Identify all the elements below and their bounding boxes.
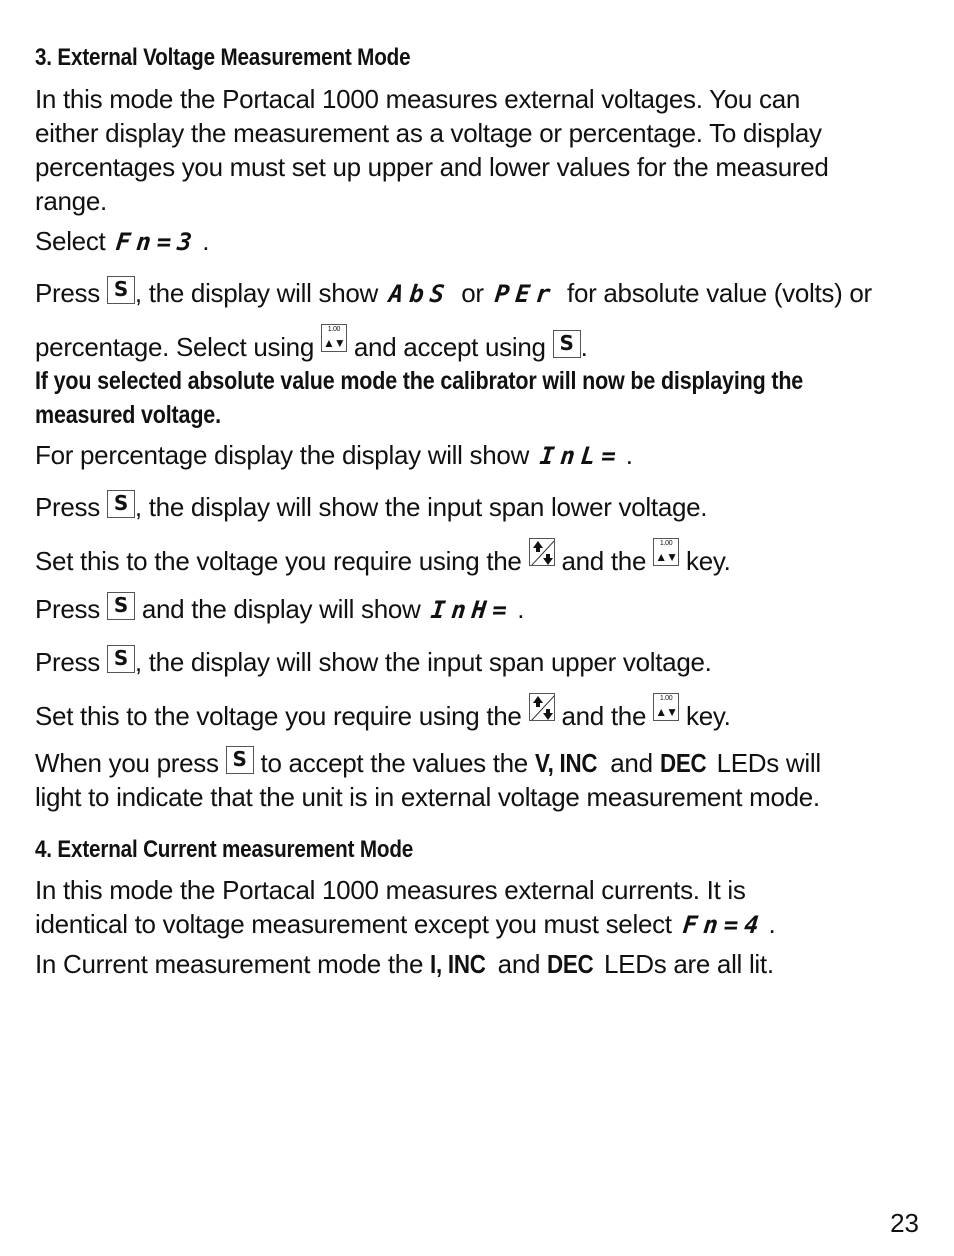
upper-span-text: , the display will show the input span u… (134, 647, 712, 677)
bold-note-line-1: If you selected absolute value mode the … (35, 367, 804, 395)
percentage-display-text: For percentage display the display will … (35, 440, 530, 470)
display-code-inh: InH= (429, 596, 515, 624)
range-key-label: 1.00 (659, 540, 673, 547)
accept-using-text: and accept using (353, 332, 546, 362)
led-dec: DEC (547, 949, 594, 979)
lower-span-text: , the display will show the input span l… (134, 492, 708, 522)
s-key-icon: S (106, 276, 135, 304)
bold-note-line-2: measured voltage. (35, 401, 221, 429)
light-indicate-line: light to indicate that the unit is in ex… (35, 782, 820, 812)
led-i-inc: I, INC (430, 949, 486, 979)
must-select-text: identical to voltage measurement except … (35, 909, 672, 939)
and-text: and (497, 949, 541, 979)
press-label: Press (35, 492, 100, 522)
when-press-line: When you press S to accept the values th… (35, 746, 821, 780)
press-label: Press (35, 647, 100, 677)
up-down-arrows-icon: ▲▼ (323, 336, 346, 350)
section-4-heading: 4. External Current measurement Mode (35, 836, 414, 863)
abs-tail-text: for absolute value (volts) or (567, 278, 872, 308)
led-v-inc: V, INC (534, 748, 598, 778)
key-text: key. (686, 546, 731, 576)
period: . (768, 909, 776, 939)
and-display-text: and the display will show (141, 594, 421, 624)
key-text: key. (686, 701, 731, 731)
section-4-line-3: In Current measurement mode the I, INC a… (35, 947, 774, 981)
section-4-line-1: In this mode the Portacal 1000 measures … (35, 875, 746, 905)
leds-will-text: LEDs will (716, 748, 822, 778)
set-lower-voltage-line: Set this to the voltage you require usin… (35, 538, 731, 578)
set-voltage-text: Set this to the voltage you require usin… (35, 546, 522, 576)
and-the-text: and the (561, 701, 647, 731)
s-key-icon: S (106, 645, 135, 673)
up-down-arrows-icon: ▲▼ (655, 705, 678, 719)
select-using-text: percentage. Select using (35, 332, 314, 362)
display-code-per: PEr (493, 280, 558, 308)
section-4-line-2: identical to voltage measurement except … (35, 907, 776, 942)
up-down-arrows-icon: ▲▼ (655, 550, 678, 564)
show-text: , the display will show (134, 278, 379, 308)
page-number: 23 (890, 1208, 919, 1238)
range-key-icon: 1.00 ▲▼ (320, 324, 347, 352)
press-upper-span-line: Press S, the display will show the input… (35, 645, 712, 679)
select-accept-line: percentage. Select using 1.00 ▲▼ and acc… (35, 324, 588, 364)
s-key-icon: S (552, 330, 581, 358)
press-inh-line: Press S and the display will show InH=. (35, 592, 524, 627)
s-key-icon: S (225, 746, 254, 774)
range-key-icon: 1.00 ▲▼ (653, 693, 680, 721)
or-text: or (461, 278, 484, 308)
display-code-abs: AbS (387, 280, 452, 308)
led-dec: DEC (659, 748, 707, 778)
period: . (202, 226, 210, 256)
range-key-label: 1.00 (327, 326, 341, 333)
period: . (580, 332, 588, 362)
press-label: Press (35, 278, 100, 308)
set-voltage-text: Set this to the voltage you require usin… (35, 701, 522, 731)
increment-decrement-key-icon (528, 693, 555, 721)
range-key-label: 1.00 (659, 695, 673, 702)
select-fn3-line: Select Fn=3. (35, 224, 209, 259)
section-3-heading: 3. External Voltage Measurement Mode (35, 44, 411, 71)
display-code-inl: InL= (538, 442, 624, 470)
intro-line-2: either display the measurement as a volt… (35, 118, 822, 148)
press-lower-span-line: Press S, the display will show the input… (35, 490, 708, 524)
press-s-abs-per-line: Press S, the display will show AbS or PE… (35, 276, 872, 311)
period: . (625, 440, 633, 470)
when-press-text: When you press (35, 748, 219, 778)
press-label: Press (35, 594, 100, 624)
intro-line-4: range. (35, 186, 107, 216)
and-text: and (610, 748, 653, 778)
and-the-text: and the (561, 546, 647, 576)
intro-line-1: In this mode the Portacal 1000 measures … (35, 84, 801, 114)
set-upper-voltage-line: Set this to the voltage you require usin… (35, 693, 731, 733)
period: . (517, 594, 525, 624)
display-code-fn3: Fn=3 (114, 228, 200, 256)
select-label: Select (35, 226, 106, 256)
s-key-icon: S (106, 592, 135, 620)
display-code-fn4: Fn=4 (681, 911, 766, 939)
range-key-icon: 1.00 ▲▼ (653, 538, 680, 566)
intro-line-3: percentages you must set up upper and lo… (35, 152, 829, 182)
percentage-display-line: For percentage display the display will … (35, 438, 633, 473)
current-mode-text: In Current measurement mode the (35, 949, 424, 979)
s-key-icon: S (106, 490, 135, 518)
accept-values-text: to accept the values the (260, 748, 529, 778)
leds-lit-text: LEDs are all lit. (604, 949, 774, 979)
increment-decrement-key-icon (528, 538, 555, 566)
